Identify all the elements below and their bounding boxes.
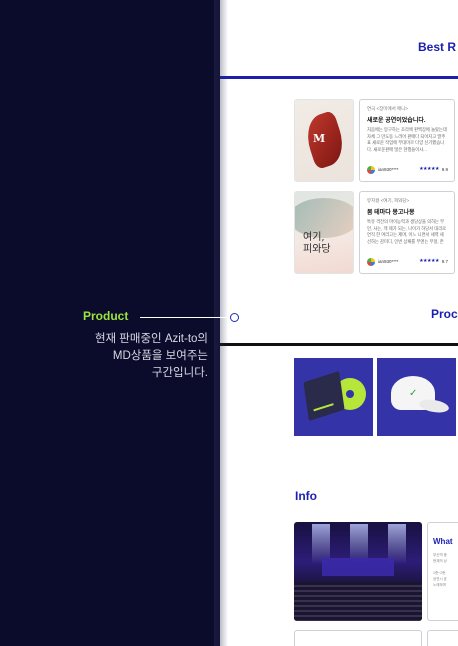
review-score: 9.7 [441,259,448,264]
best-review-section-title: Best R [418,40,457,54]
info-card-title: What [433,537,453,546]
product-item-cap[interactable]: ✓ [377,358,456,436]
review-footer: ian930**** ★★★★★ 9.9 [367,166,448,175]
annotation-panel [0,0,220,646]
review-user: ian930**** [378,167,399,172]
review-title: 봄 테마다 몽고나몽 [367,210,415,216]
info-card-body: 부산역 중 현재의 상 1층~2층 공연시 효 노래하며 [433,553,447,587]
section-divider-blue [220,76,458,79]
review-user: ian930**** [378,259,399,264]
info-section-title: Info [295,489,317,503]
avatar [367,166,375,174]
product-item-cd[interactable] [294,358,373,436]
panel-shadow [214,0,228,646]
stage-graphic [322,558,394,576]
review-poster[interactable]: 여기, 피와당 [294,191,354,274]
review-card[interactable]: 뮤지컬 <여기, 피와당> 봄 테마다 몽고나몽 특유 격전의 마이능력과 생당… [359,191,455,274]
info-card[interactable]: What 부산역 중 현재의 상 1층~2층 공연시 효 노래하며 [427,522,458,621]
poster-title-mark: M [313,132,326,145]
review-card[interactable]: 연극 <장미에서 애니> 새로운 공연이었습니다. 처음에는 망구하는 조라에 … [359,99,455,182]
section-divider-black [220,343,458,346]
review-body: 특유 격전의 마이능력과 생당상을 의하는 무언, 사는, 잭 제가 되는, 나… [367,219,447,244]
cap-logo-icon: ✓ [409,388,418,399]
annotation-description: 현재 판매중인 Azit-to의 MD상품을 보여주는 구간입니다. [94,333,208,379]
annotation-pointer-dot [230,313,239,322]
info-box [427,630,458,646]
venue-photo[interactable] [294,522,422,621]
review-footer: ian930**** ★★★★★ 9.7 [367,258,448,267]
annotation-leader-line [140,317,231,318]
cd-case-graphic [303,371,345,421]
review-title: 새로운 공연이었습니다. [367,118,426,124]
seats-graphic [294,582,422,621]
poster-title-mark: 여기, 피와당 [303,232,331,255]
info-box [294,630,422,646]
review-body: 처음에는 망구하는 조라에 판백장에 놀랐는데 자체 그 만도동 느려어 판매다… [367,127,447,152]
review-meta: 뮤지컬 <여기, 피와당> [367,198,410,203]
review-poster[interactable]: M [294,99,354,182]
review-score: 9.9 [441,167,448,172]
annotation-title: Product [83,309,129,323]
avatar [367,258,375,266]
review-meta: 연극 <장미에서 애니> [367,106,408,111]
star-rating-icon: ★★★★★ [419,166,439,172]
star-rating-icon: ★★★★★ [419,258,439,264]
cap-brim-graphic [418,397,450,415]
product-section-title: Proc [431,307,458,321]
